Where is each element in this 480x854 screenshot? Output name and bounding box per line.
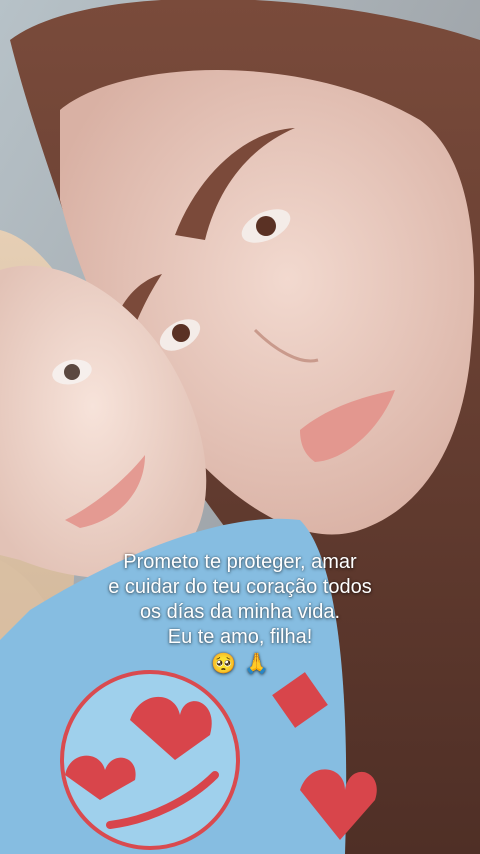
story-caption: Prometo te proteger, amar e cuidar do te… <box>40 550 440 677</box>
caption-line: Prometo te proteger, amar <box>123 551 357 573</box>
caption-line: e cuidar do teu coração todos <box>108 576 372 598</box>
caption-line: Eu te amo, filha! <box>167 626 313 648</box>
selfie-photo <box>0 0 480 854</box>
story-screen: Prometo te proteger, amar e cuidar do te… <box>0 0 480 854</box>
caption-line: os días da minha vida. <box>139 601 341 623</box>
caption-emoji-row: 🥺 🙏 <box>211 652 269 676</box>
pleading-face-emoji-icon: 🥺 <box>211 653 236 675</box>
folded-hands-emoji-icon: 🙏 <box>244 653 269 675</box>
